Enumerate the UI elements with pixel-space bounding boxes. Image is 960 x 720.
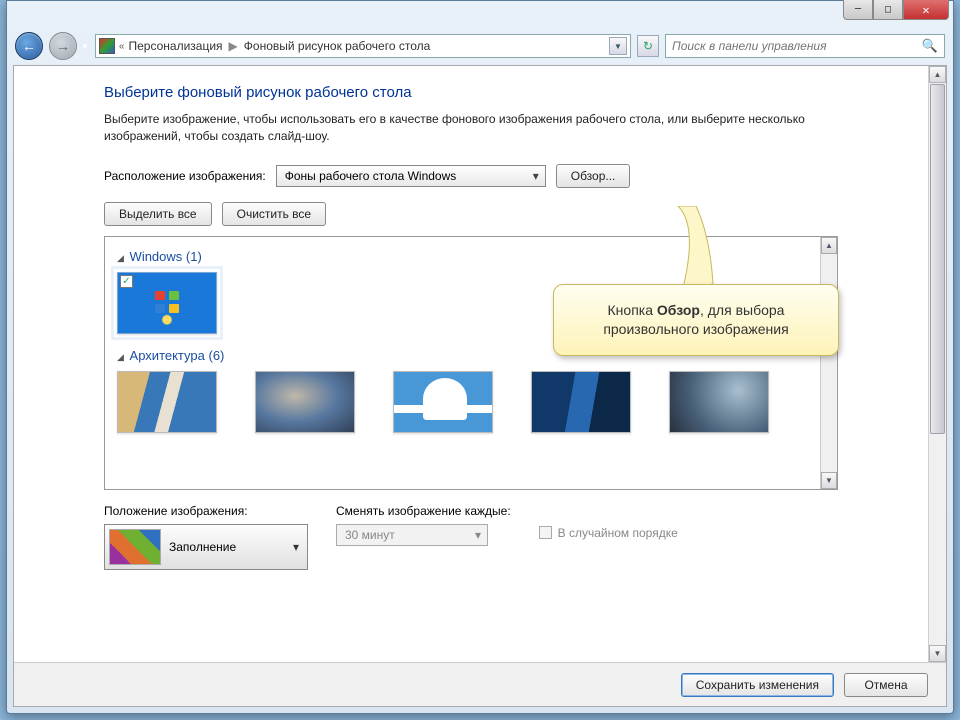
close-button[interactable]: ✕: [903, 0, 949, 20]
breadcrumb-parent[interactable]: Персонализация: [128, 39, 222, 53]
clear-all-button[interactable]: Очистить все: [222, 202, 326, 226]
footer-bar: Сохранить изменения Отмена: [14, 662, 946, 706]
wallpaper-thumb-arch-3[interactable]: [393, 371, 493, 433]
annotation-callout: Кнопка Обзор, для выбора произвольного и…: [553, 284, 839, 356]
save-button[interactable]: Сохранить изменения: [681, 673, 834, 697]
nav-history-dropdown[interactable]: ▼: [81, 42, 89, 51]
thumb-checkbox[interactable]: ✓: [120, 275, 133, 288]
titlebar: ─ □ ✕: [7, 1, 953, 29]
address-bar[interactable]: « Персонализация ▶ Фоновый рисунок рабоч…: [95, 34, 631, 58]
search-input[interactable]: [672, 39, 922, 53]
search-box[interactable]: 🔍: [665, 34, 945, 58]
cancel-button[interactable]: Отмена: [844, 673, 928, 697]
interval-label: Сменять изображение каждые:: [336, 504, 511, 518]
explorer-window: ─ □ ✕ ← → ▼ « Персонализация ▶ Фоновый р…: [6, 0, 954, 714]
collapse-icon: ◢: [117, 352, 124, 362]
position-preview-icon: [109, 529, 161, 565]
address-dropdown[interactable]: ▼: [609, 37, 627, 55]
scroll-down-icon[interactable]: ▼: [821, 472, 837, 489]
shuffle-option: В случайном порядке: [539, 526, 678, 540]
position-label: Положение изображения:: [104, 504, 308, 518]
wallpaper-thumb-arch-2[interactable]: [255, 371, 355, 433]
wallpaper-thumb-arch-5[interactable]: [669, 371, 769, 433]
shuffle-label: В случайном порядке: [558, 526, 678, 540]
refresh-button[interactable]: ↻: [637, 35, 659, 57]
search-icon[interactable]: 🔍: [922, 38, 938, 54]
interval-value: 30 минут: [345, 528, 395, 542]
select-all-button[interactable]: Выделить все: [104, 202, 212, 226]
page-description: Выберите изображение, чтобы использовать…: [104, 111, 824, 146]
maximize-button[interactable]: □: [873, 0, 903, 20]
position-value: Заполнение: [169, 540, 236, 554]
position-dropdown[interactable]: Заполнение: [104, 524, 308, 570]
shuffle-checkbox: [539, 526, 552, 539]
interval-dropdown: 30 минут: [336, 524, 488, 546]
wallpaper-thumb-windows-default[interactable]: ✓: [117, 272, 217, 334]
gallery-scrollbar[interactable]: ▲ ▼: [820, 237, 837, 489]
breadcrumb-current[interactable]: Фоновый рисунок рабочего стола: [244, 39, 431, 53]
scroll-up-icon[interactable]: ▲: [929, 66, 946, 83]
scroll-down-icon[interactable]: ▼: [929, 645, 946, 662]
minimize-button[interactable]: ─: [843, 0, 873, 20]
chevron-left-icon: «: [119, 41, 125, 52]
control-panel-icon: [99, 38, 115, 54]
browse-button[interactable]: Обзор...: [556, 164, 631, 188]
wallpaper-thumb-arch-1[interactable]: [117, 371, 217, 433]
chevron-right-icon: ▶: [229, 39, 238, 53]
content-scrollbar[interactable]: ▲ ▼: [928, 66, 946, 662]
scroll-up-icon[interactable]: ▲: [821, 237, 837, 254]
back-button[interactable]: ←: [15, 32, 43, 60]
content-area: Выберите фоновый рисунок рабочего стола …: [13, 65, 947, 707]
forward-button[interactable]: →: [49, 32, 77, 60]
nav-row: ← → ▼ « Персонализация ▶ Фоновый рисунок…: [7, 29, 953, 63]
location-label: Расположение изображения:: [104, 169, 266, 183]
collapse-icon: ◢: [117, 253, 124, 263]
page-title: Выберите фоновый рисунок рабочего стола: [104, 84, 928, 101]
location-value: Фоны рабочего стола Windows: [285, 169, 457, 183]
scrollbar-thumb[interactable]: [930, 84, 945, 434]
wallpaper-thumb-arch-4[interactable]: [531, 371, 631, 433]
location-dropdown[interactable]: Фоны рабочего стола Windows: [276, 165, 546, 187]
